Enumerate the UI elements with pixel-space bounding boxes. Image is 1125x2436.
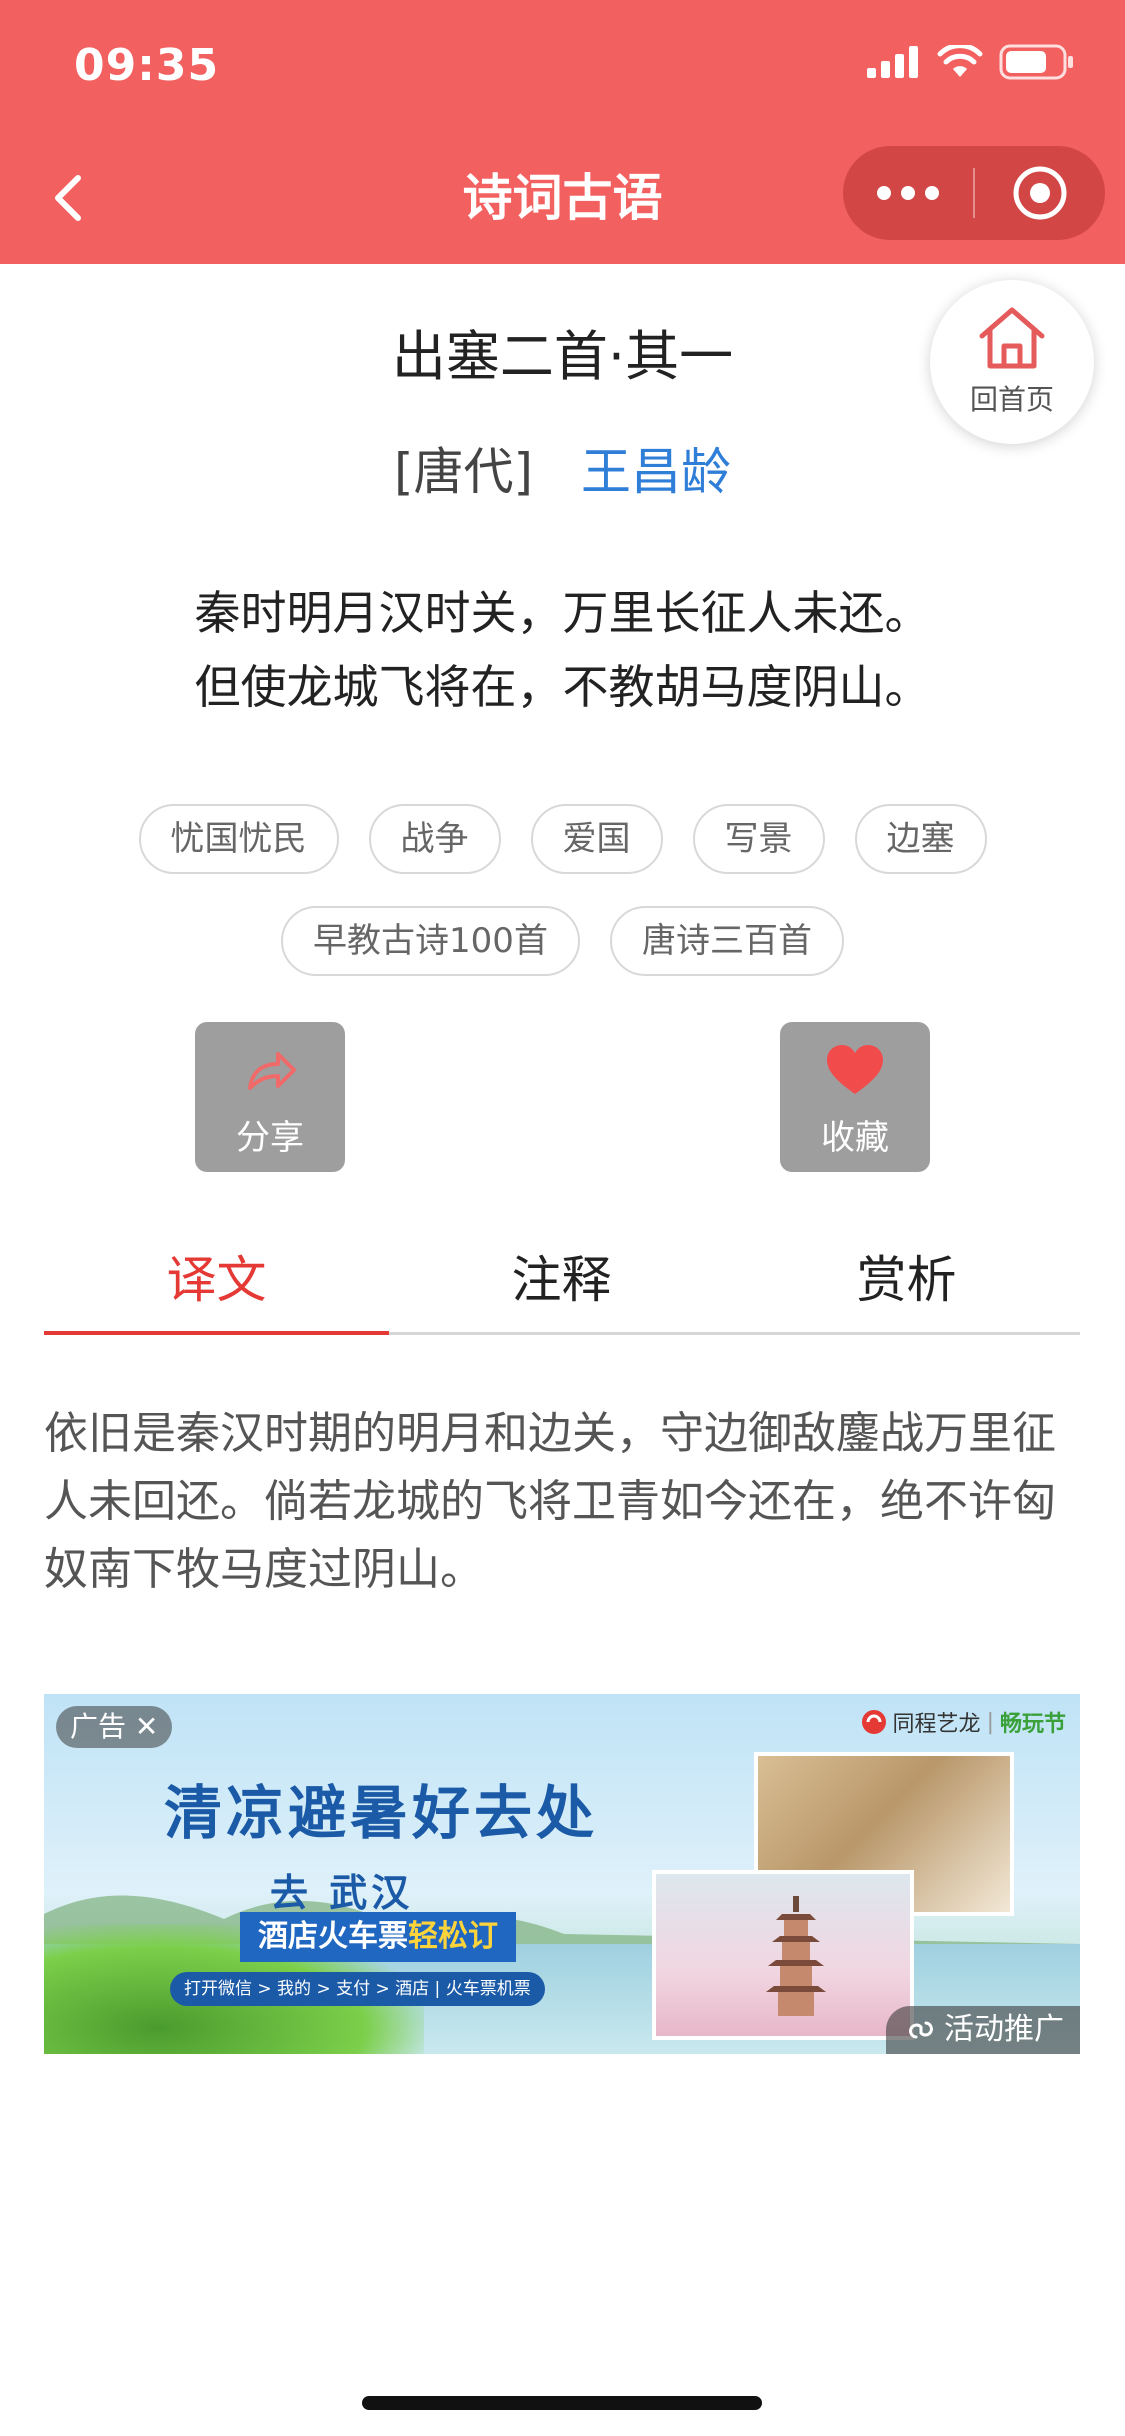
tag-chip[interactable]: 边塞 xyxy=(854,804,987,874)
ad-ribbon-text: 酒店火车票 xyxy=(258,1919,408,1954)
more-button[interactable] xyxy=(843,146,973,240)
ad-banner[interactable]: 广告 ✕ 同程艺龙 | 畅玩节 清凉避暑好去处 去 武汉 酒店火车票轻松订 打开… xyxy=(44,1694,1080,2054)
ad-ribbon-highlight: 轻松订 xyxy=(408,1919,498,1954)
ad-brand-name: 同程艺龙 xyxy=(892,1712,981,1737)
poem-meta: [唐代] 王昌龄 xyxy=(0,432,1125,504)
ad-badge[interactable]: 广告 ✕ xyxy=(56,1706,173,1748)
ad-promo-label: 活动推广 xyxy=(944,2012,1064,2047)
poem-author-link[interactable]: 王昌龄 xyxy=(581,443,731,501)
favorite-label: 收藏 xyxy=(821,1118,889,1158)
share-button[interactable]: 分享 xyxy=(195,1022,345,1172)
tab-translation[interactable]: 译文 xyxy=(44,1235,389,1335)
poem-dynasty: [唐代] xyxy=(393,443,533,501)
header-bar: 09:35 诗词古语 xyxy=(0,0,1125,264)
content-tabs: 译文 注释 赏析 xyxy=(44,1235,1080,1335)
wifi-icon xyxy=(937,45,983,77)
status-time: 09:35 xyxy=(74,40,220,91)
tab-appreciation[interactable]: 赏析 xyxy=(734,1235,1079,1335)
poem-title: 出塞二首·其一 xyxy=(391,325,734,388)
poem-line: 秦时明月汉时关，万里长征人未还。 xyxy=(194,586,931,640)
tag-row: 早教古诗100首 唐诗三百首 xyxy=(0,906,1125,976)
ad-subheadline: 去 武汉 xyxy=(270,1871,414,1915)
active-tab-indicator xyxy=(44,1331,389,1335)
tag-chip[interactable]: 战争 xyxy=(368,804,501,874)
tag-row: 忧国忧民 战争 爱国 写景 边塞 xyxy=(0,804,1125,874)
poem-line: 但使龙城飞将在，不教胡马度阴山。 xyxy=(194,660,931,714)
ad-brand-slogan: 畅玩节 xyxy=(999,1712,1066,1737)
translation-text: 依旧是秦汉时期的明月和边关，守边御敌鏖战万里征人未回还。倘若龙城的飞将卫青如今还… xyxy=(44,1408,1056,1595)
status-icons xyxy=(867,44,1075,80)
mini-program-capsule xyxy=(843,146,1105,240)
tag-chip[interactable]: 爱国 xyxy=(530,804,663,874)
tag-chip[interactable]: 早教古诗100首 xyxy=(281,906,580,976)
tab-notes[interactable]: 注释 xyxy=(389,1235,734,1335)
mini-program-link-icon xyxy=(909,2021,933,2039)
ad-close-icon[interactable]: ✕ xyxy=(126,1710,158,1743)
share-label: 分享 xyxy=(236,1118,304,1158)
ad-brand-divider: | xyxy=(986,1709,994,1735)
ad-ribbon: 酒店火车票轻松订 xyxy=(240,1912,516,1962)
pagoda-icon xyxy=(766,1896,826,2016)
ad-brand: 同程艺龙 | 畅玩节 xyxy=(861,1706,1066,1738)
more-dots-icon xyxy=(877,186,939,200)
signal-icon xyxy=(867,46,918,78)
home-indicator xyxy=(362,2396,762,2410)
heart-icon xyxy=(827,1045,883,1094)
ad-headline: 清凉避暑好去处 xyxy=(164,1779,599,1847)
target-circle-icon xyxy=(1013,166,1067,220)
tag-chip[interactable]: 唐诗三百首 xyxy=(609,906,844,976)
brand-logo-icon xyxy=(861,1710,886,1734)
battery-icon xyxy=(999,44,1073,80)
ad-promo-badge: 活动推广 xyxy=(886,2006,1080,2054)
share-arrow-icon xyxy=(248,1052,296,1090)
poem-body: 秦时明月汉时关，万里长征人未还。 但使龙城飞将在，不教胡马度阴山。 xyxy=(0,576,1125,724)
pagoda-photo xyxy=(652,1870,914,2040)
ad-steps: 打开微信 > 我的 > 支付 > 酒店 | 火车票机票 xyxy=(170,1972,545,2006)
tag-chip[interactable]: 忧国忧民 xyxy=(138,804,339,874)
close-mini-program-button[interactable] xyxy=(975,146,1105,240)
favorite-button[interactable]: 收藏 xyxy=(780,1022,930,1172)
ad-badge-label: 广告 xyxy=(70,1710,127,1743)
tag-chip[interactable]: 写景 xyxy=(692,804,825,874)
